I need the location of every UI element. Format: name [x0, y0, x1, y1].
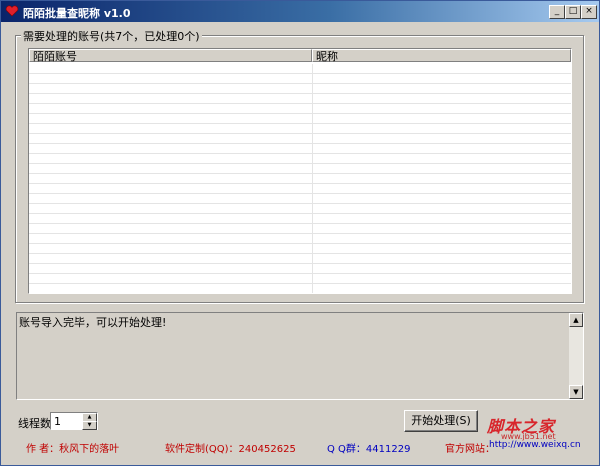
log-scrollbar[interactable]: ▲ ▼ — [569, 313, 583, 399]
close-button[interactable]: × — [581, 5, 597, 19]
start-button[interactable]: 开始处理(S) — [404, 410, 478, 432]
main-window: 陌陌批量查昵称 v1.0 _ □ × 需要处理的账号(共7个，已处理0个) 陌陌… — [0, 0, 600, 466]
scroll-down-button[interactable]: ▼ — [569, 385, 583, 399]
threads-value[interactable]: 1 — [54, 415, 61, 428]
watermark: 脚本之家 www.jb51.net — [487, 413, 556, 441]
accounts-group-label: 需要处理的账号(共7个，已处理0个) — [21, 28, 202, 44]
heart-icon — [5, 5, 19, 17]
accounts-listview[interactable]: 陌陌账号 昵称 — [28, 48, 572, 294]
listview-rows[interactable] — [29, 64, 571, 293]
footer-author: 作 者：秋风下的落叶 — [26, 444, 120, 455]
threads-spinbox[interactable]: 1 ▲ ▼ — [50, 412, 98, 430]
log-text: 账号导入完毕，可以开始处理! — [19, 316, 167, 329]
window-title: 陌陌批量查昵称 v1.0 — [23, 7, 131, 20]
footer-website-label: 官方网站： — [445, 444, 495, 455]
footer-qq-group: Q Q群：4411229 — [327, 444, 411, 455]
column-divider — [312, 64, 313, 293]
minimize-button[interactable]: _ — [549, 5, 565, 19]
spin-down-button[interactable]: ▼ — [82, 421, 97, 430]
threads-label: 线程数 — [18, 417, 51, 430]
maximize-button[interactable]: □ — [565, 5, 581, 19]
column-header-nickname[interactable]: 昵称 — [312, 49, 571, 63]
footer-website-link[interactable]: http://www.weixq.cn — [489, 440, 581, 450]
column-header-account[interactable]: 陌陌账号 — [29, 49, 312, 63]
footer-custom: 软件定制(QQ)：240452625 — [165, 444, 296, 455]
scroll-up-button[interactable]: ▲ — [569, 313, 583, 327]
log-textbox[interactable]: 账号导入完毕，可以开始处理! ▲ ▼ — [16, 312, 584, 400]
title-bar[interactable]: 陌陌批量查昵称 v1.0 _ □ × — [1, 1, 599, 22]
listview-header: 陌陌账号 昵称 — [29, 49, 571, 63]
